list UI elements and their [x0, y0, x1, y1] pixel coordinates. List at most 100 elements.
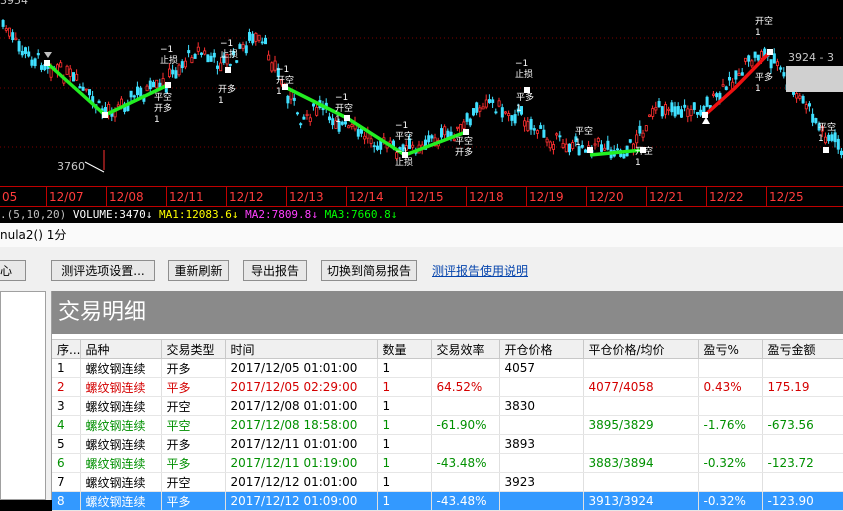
signal-label: 1: [276, 87, 282, 97]
ma1-arrow: ↓: [231, 208, 239, 221]
column-header[interactable]: 品种: [80, 339, 162, 359]
table-cell: 1: [377, 434, 432, 454]
candle-body: [836, 138, 840, 150]
column-header[interactable]: 时间: [225, 339, 378, 359]
table-cell: 2: [52, 377, 81, 397]
table-cell: [583, 434, 699, 454]
candle-body: [769, 59, 773, 69]
table-cell: -0.32%: [698, 491, 763, 511]
candle-body: [299, 123, 303, 126]
table-row[interactable]: 1 螺纹钢连续 开多 2017/12/05 01:01:00 1 4057: [52, 358, 843, 378]
candle-body: [824, 136, 828, 144]
table-cell: [762, 434, 843, 454]
candle-body: [532, 128, 536, 131]
candle-body: [286, 95, 290, 104]
table-row[interactable]: 3 螺纹钢连续 开空 2017/12/08 01:01:00 1 3830: [52, 396, 843, 416]
candle-body: [827, 134, 831, 142]
column-header[interactable]: 交易效率: [431, 339, 500, 359]
candle-body: [808, 103, 812, 107]
column-header[interactable]: 序...: [52, 339, 81, 359]
candle-body: [523, 120, 527, 127]
table-row[interactable]: 2 螺纹钢连续 平多 2017/12/05 02:29:00 1 64.52% 4077/4…: [52, 377, 843, 397]
candle-body: [7, 27, 11, 37]
candle-body: [241, 44, 245, 49]
left-tree-panel[interactable]: [0, 291, 46, 500]
report-help-link[interactable]: 测评报告使用说明: [432, 262, 528, 279]
left-stub-button[interactable]: 心: [0, 260, 26, 281]
table-row[interactable]: 7 螺纹钢连续 开空 2017/12/12 01:01:00 1 3923: [52, 472, 843, 492]
signal-label: 1: [218, 96, 224, 106]
candle-body: [526, 121, 530, 132]
table-row[interactable]: 4 螺纹钢连续 平空 2017/12/08 18:58:00 1 -61.90% 3895/…: [52, 415, 843, 435]
candle-body: [734, 70, 738, 80]
table-cell: [698, 358, 763, 378]
candle-body: [536, 130, 540, 134]
date-label: 12/14: [349, 190, 384, 204]
date-label: 12/13: [289, 190, 324, 204]
table-cell: 4: [52, 415, 81, 435]
date-tick: [466, 187, 467, 206]
candle-body: [235, 60, 239, 63]
candle-body: [247, 32, 251, 41]
candle-body: [699, 109, 703, 116]
trade-marker: [823, 147, 829, 153]
date-label: 12/11: [169, 190, 204, 204]
table-cell: [698, 434, 763, 454]
candle-body: [795, 93, 799, 99]
column-header[interactable]: 盈亏%: [698, 339, 763, 359]
candle-body: [347, 125, 351, 129]
candle-body: [529, 118, 533, 130]
signal-label: 1: [635, 158, 641, 168]
column-header[interactable]: 交易类型: [161, 339, 226, 359]
candle-body: [728, 76, 732, 81]
table-cell: 4077/4058: [583, 377, 699, 397]
low-price-label: 3760: [57, 160, 85, 173]
price-chart[interactable]: 3954 3760 3924 - 3 −1 止损 平空 开多 1 −1 止损 开多 1 −1 开空 1…: [0, 0, 843, 186]
candle-body: [833, 132, 837, 143]
table-cell: 1: [377, 472, 432, 492]
table-row[interactable]: 6 螺纹钢连续 平多 2017/12/11 01:19:00 1 -43.48% 3883/…: [52, 453, 843, 473]
candle-body: [641, 132, 645, 138]
export-report-button[interactable]: 导出报告: [243, 260, 307, 281]
table-row[interactable]: 8 螺纹钢连续 平多 2017/12/12 01:09:00 1 -43.48% 3913/…: [52, 491, 843, 511]
candle-body: [11, 32, 15, 41]
candle-body: [468, 118, 472, 126]
candle-body: [75, 73, 79, 81]
volume-arrow: ↓: [145, 208, 153, 221]
table-cell: [583, 472, 699, 492]
date-tick: [226, 187, 227, 206]
column-header[interactable]: 数量: [377, 339, 432, 359]
candle-body: [558, 135, 562, 138]
trade-marker: [225, 67, 231, 73]
candle-body: [756, 54, 760, 61]
signal-label: −1: [515, 59, 529, 69]
price-cursor-box: [786, 66, 843, 92]
trade-detail-report: 交易明细 序... 品种 交易类型 时间 数量 交易效率 开仓价格 平仓价格/均价 盈亏% 盈亏金…: [51, 291, 843, 511]
candle-body: [712, 93, 716, 96]
table-row[interactable]: 5 螺纹钢连续 开多 2017/12/11 01:01:00 1 3893: [52, 434, 843, 454]
candle-body: [104, 107, 108, 113]
signal-label: 平空: [575, 127, 594, 137]
candle-body: [375, 145, 379, 150]
column-header[interactable]: 盈亏金额: [762, 339, 843, 359]
signal-label: 开空: [335, 104, 354, 114]
indicator-params: .(5,10,20): [0, 208, 67, 221]
candle-body: [782, 72, 786, 77]
date-label: 12/08: [109, 190, 144, 204]
settings-button[interactable]: 测评选项设置...: [51, 260, 155, 281]
table-cell: 2017/12/11 01:01:00: [225, 434, 378, 454]
candle-body: [350, 124, 354, 127]
column-header[interactable]: 平仓价格/均价: [583, 339, 699, 359]
table-cell: 1: [377, 491, 432, 511]
candle-body: [798, 95, 802, 99]
volume-value: VOLUME:3470: [72, 208, 146, 221]
ma1-value: MA1:12083.6: [158, 208, 232, 221]
trade-marker: [702, 112, 708, 118]
candle-body: [97, 100, 101, 104]
switch-simple-report-button[interactable]: 切换到简易报告: [321, 260, 417, 281]
candle-body: [644, 125, 648, 132]
signal-label: 开多: [218, 85, 237, 95]
candle-body: [603, 147, 607, 151]
refresh-button[interactable]: 重新刷新: [168, 260, 229, 281]
column-header[interactable]: 开仓价格: [499, 339, 584, 359]
